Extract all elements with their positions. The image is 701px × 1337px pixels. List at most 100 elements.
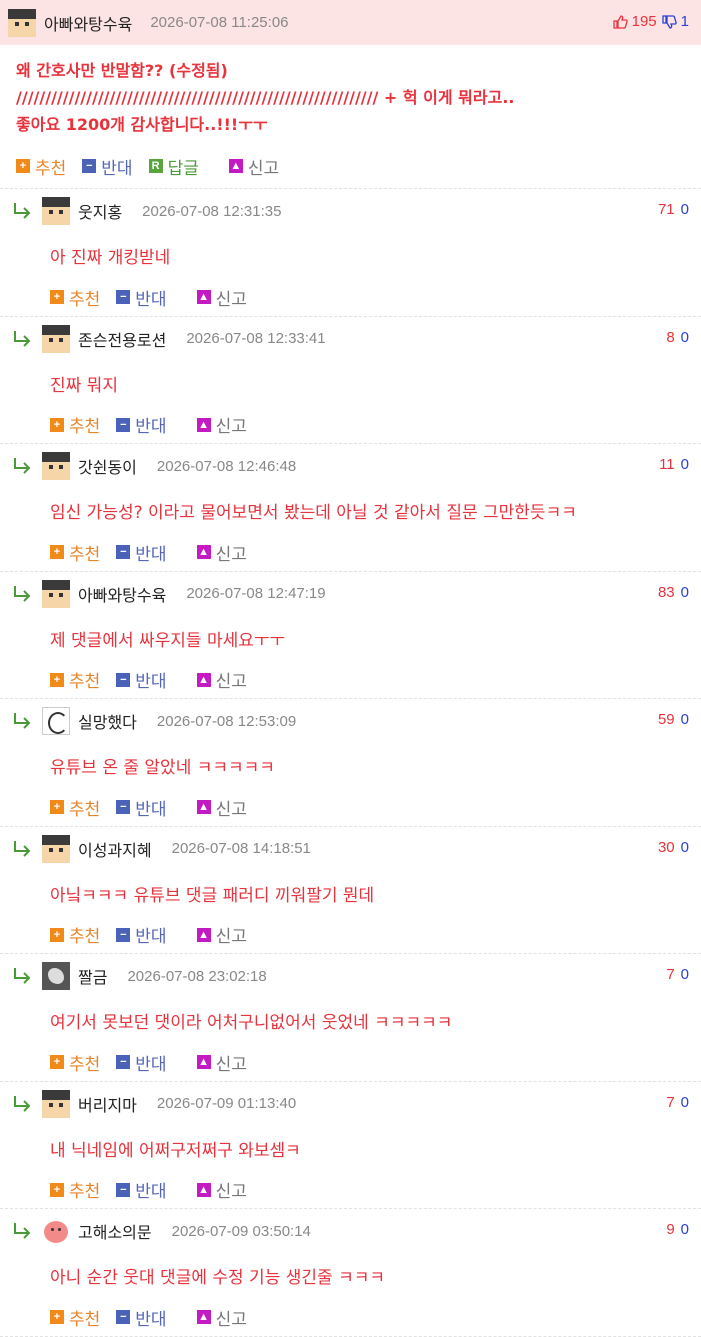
comment-text: 임신 가능성? 이라고 물어보면서 봤는데 아닐 것 같아서 질문 그만한듯ㅋㅋ	[50, 503, 577, 523]
reply-arrow-icon	[14, 1095, 31, 1112]
reply-arrow-icon	[14, 840, 31, 857]
report-button[interactable]: ▲ 신고	[196, 1050, 247, 1075]
comment-author[interactable]: 갓쉰동이	[78, 454, 137, 478]
report-label: 신고	[247, 158, 280, 179]
comment-down-count[interactable]: 0	[681, 201, 689, 218]
comment-up-count[interactable]: 83	[658, 584, 675, 601]
recommend-button[interactable]: + 추천	[50, 795, 100, 820]
recommend-button[interactable]: + 추천	[50, 412, 100, 437]
report-button[interactable]: ▲ 신고	[196, 412, 247, 437]
report-button[interactable]: ▲ 신고	[228, 154, 280, 179]
oppose-button[interactable]: − 반대	[116, 1050, 167, 1075]
report-button[interactable]: ▲ 신고	[196, 795, 247, 820]
comment-author[interactable]: 아빠와탕수육	[78, 582, 166, 606]
face-avatar[interactable]	[42, 834, 70, 863]
oppose-button[interactable]: − 반대	[82, 154, 133, 179]
comment-down-count[interactable]: 0	[681, 839, 689, 856]
report-label: 신고	[215, 1054, 247, 1075]
recommend-button[interactable]: + 추천	[50, 1177, 100, 1202]
oppose-button[interactable]: − 반대	[116, 667, 167, 692]
recommend-button[interactable]: + 추천	[50, 285, 100, 310]
oppose-button[interactable]: − 반대	[116, 285, 167, 310]
comment-author[interactable]: 웃지홍	[78, 199, 122, 223]
dark-avatar[interactable]	[42, 962, 70, 990]
oppose-button[interactable]: − 반대	[116, 922, 167, 947]
oppose-button[interactable]: − 반대	[116, 1177, 167, 1202]
comment-author[interactable]: 존슨전용로션	[78, 327, 166, 351]
comment-author[interactable]: 이성과지혜	[78, 837, 152, 861]
face-avatar[interactable]	[42, 324, 70, 353]
report-button[interactable]: ▲ 신고	[196, 922, 247, 947]
recommend-button[interactable]: + 추천	[50, 1050, 100, 1075]
comment-down-count[interactable]: 0	[681, 584, 689, 601]
comment-time: 2026-07-09 01:13:40	[156, 1095, 297, 1112]
reply-arrow-icon	[14, 585, 31, 602]
face-avatar[interactable]	[42, 579, 70, 608]
face-avatar[interactable]	[42, 1089, 70, 1118]
comment-down-count[interactable]: 0	[681, 1221, 689, 1238]
comment-votes: 11 0	[659, 456, 689, 473]
report-button[interactable]: ▲ 신고	[196, 285, 247, 310]
comment-up-count[interactable]: 11	[659, 456, 675, 473]
post-time: 2026-07-08 11:25:06	[150, 14, 289, 31]
recommend-button[interactable]: + 추천	[50, 667, 100, 692]
plus-icon: +	[16, 159, 30, 173]
comment-author[interactable]: 짤금	[78, 964, 107, 988]
report-label: 신고	[215, 927, 247, 947]
comment-down-count[interactable]: 0	[681, 329, 689, 346]
siren-icon: ▲	[196, 417, 211, 432]
report-label: 신고	[215, 1182, 247, 1202]
avatar[interactable]	[8, 8, 36, 37]
post-author[interactable]: 아빠와탕수육	[44, 11, 132, 35]
sketch-avatar[interactable]	[42, 707, 70, 735]
comment-down-count[interactable]: 0	[681, 1094, 689, 1111]
oppose-label: 반대	[135, 1309, 167, 1330]
recommend-button[interactable]: + 추천	[16, 154, 66, 179]
comment-up-count[interactable]: 9	[666, 1221, 674, 1238]
reply-label: 답글	[167, 158, 199, 179]
comment-up-count[interactable]: 8	[666, 329, 674, 346]
minus-icon: −	[116, 800, 131, 814]
comment-time: 2026-07-08 12:53:09	[156, 712, 297, 730]
oppose-button[interactable]: − 반대	[116, 1305, 167, 1330]
recommend-button[interactable]: + 추천	[50, 922, 100, 947]
report-label: 신고	[215, 799, 247, 820]
comment-text: 여기서 못보던 댓이라 어처구니없어서 웃었네 ㅋㅋㅋㅋㅋ	[50, 1013, 453, 1033]
reply-arrow-icon	[14, 458, 31, 474]
comment-up-count[interactable]: 71	[658, 201, 675, 218]
comment-author[interactable]: 버리지마	[78, 1092, 137, 1116]
report-button[interactable]: ▲ 신고	[196, 1177, 247, 1202]
comment-up-count[interactable]: 7	[666, 1094, 674, 1111]
comment-down-count[interactable]: 0	[681, 966, 689, 983]
comment-header: 고해소의문 2026-07-09 03:50:14 90	[12, 1217, 689, 1245]
siren-icon: ▲	[196, 927, 211, 942]
recommend-label: 추천	[69, 927, 101, 947]
oppose-label: 반대	[135, 417, 167, 437]
comment-author[interactable]: 실망했다	[78, 709, 137, 733]
comment-down-count[interactable]: 0	[681, 456, 689, 473]
comment-up-count[interactable]: 30	[658, 839, 675, 856]
reply-button[interactable]: R 답글	[148, 154, 199, 179]
oppose-button[interactable]: − 반대	[116, 540, 167, 565]
recommend-button[interactable]: + 추천	[50, 1305, 100, 1330]
oppose-button[interactable]: − 반대	[116, 412, 167, 437]
comment-up-count[interactable]: 59	[658, 711, 675, 728]
comment-text: 아니 순간 웃대 댓글에 수정 기능 생긴줄 ㅋㅋㅋ	[50, 1268, 385, 1288]
comment-time: 2026-07-09 03:50:14	[171, 1222, 311, 1240]
minus-icon: −	[116, 1055, 131, 1069]
recommend-label: 추천	[69, 289, 101, 310]
face-avatar[interactable]	[42, 197, 70, 225]
comment-down-count[interactable]: 0	[681, 711, 689, 728]
comment-up-count[interactable]: 7	[666, 966, 674, 983]
report-button[interactable]: ▲ 신고	[196, 1305, 247, 1330]
comment: 고해소의문 2026-07-09 03:50:14 90 아니 순간 웃대 댓글…	[0, 1209, 701, 1337]
report-button[interactable]: ▲ 신고	[196, 667, 247, 692]
comment-votes: 90	[666, 1221, 689, 1238]
comment-author[interactable]: 고해소의문	[78, 1219, 152, 1243]
report-button[interactable]: ▲ 신고	[196, 540, 247, 565]
recommend-button[interactable]: + 추천	[50, 540, 100, 565]
face-avatar[interactable]	[42, 452, 70, 480]
comment-actions: + 추천 − 반대 ▲ 신고	[50, 409, 263, 441]
pink-avatar[interactable]	[42, 1217, 70, 1245]
oppose-button[interactable]: − 반대	[116, 795, 167, 820]
